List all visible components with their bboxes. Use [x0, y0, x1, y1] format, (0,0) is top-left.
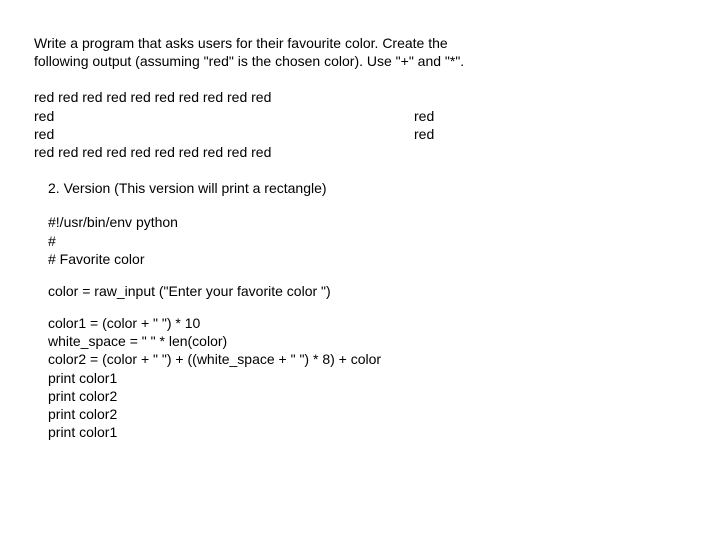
output-row-3-right: red — [414, 125, 434, 143]
output-row-3: red — [34, 125, 414, 143]
problem-statement: Write a program that asks users for thei… — [34, 34, 684, 70]
code-block: #!/usr/bin/env python # # Favorite color… — [34, 213, 720, 441]
code-line: print color2 — [48, 387, 720, 405]
output-row-1: red red red red red red red red red red — [34, 88, 414, 106]
sample-output: red red red red red red red red red red … — [34, 88, 720, 161]
code-line: print color2 — [48, 405, 720, 423]
output-row-2-right: red — [414, 107, 434, 125]
output-right-column: . red red . — [414, 88, 434, 161]
version-title: 2. Version (This version will print a re… — [34, 179, 720, 197]
code-line: color2 = (color + " ") + ((white_space +… — [48, 350, 720, 368]
code-line: color1 = (color + " ") * 10 — [48, 314, 720, 332]
output-row-4: red red red red red red red red red red — [34, 143, 414, 161]
code-line: # — [48, 232, 720, 250]
code-line: # Favorite color — [48, 250, 720, 268]
code-line: color = raw_input ("Enter your favorite … — [48, 282, 720, 300]
output-row-2: red — [34, 107, 414, 125]
code-line: print color1 — [48, 369, 720, 387]
output-left-column: red red red red red red red red red red … — [34, 88, 414, 161]
code-line: white_space = " " * len(color) — [48, 332, 720, 350]
intro-line-2: following output (assuming "red" is the … — [34, 52, 684, 70]
code-line: print color1 — [48, 423, 720, 441]
intro-line-1: Write a program that asks users for thei… — [34, 34, 684, 52]
code-line: #!/usr/bin/env python — [48, 213, 720, 231]
